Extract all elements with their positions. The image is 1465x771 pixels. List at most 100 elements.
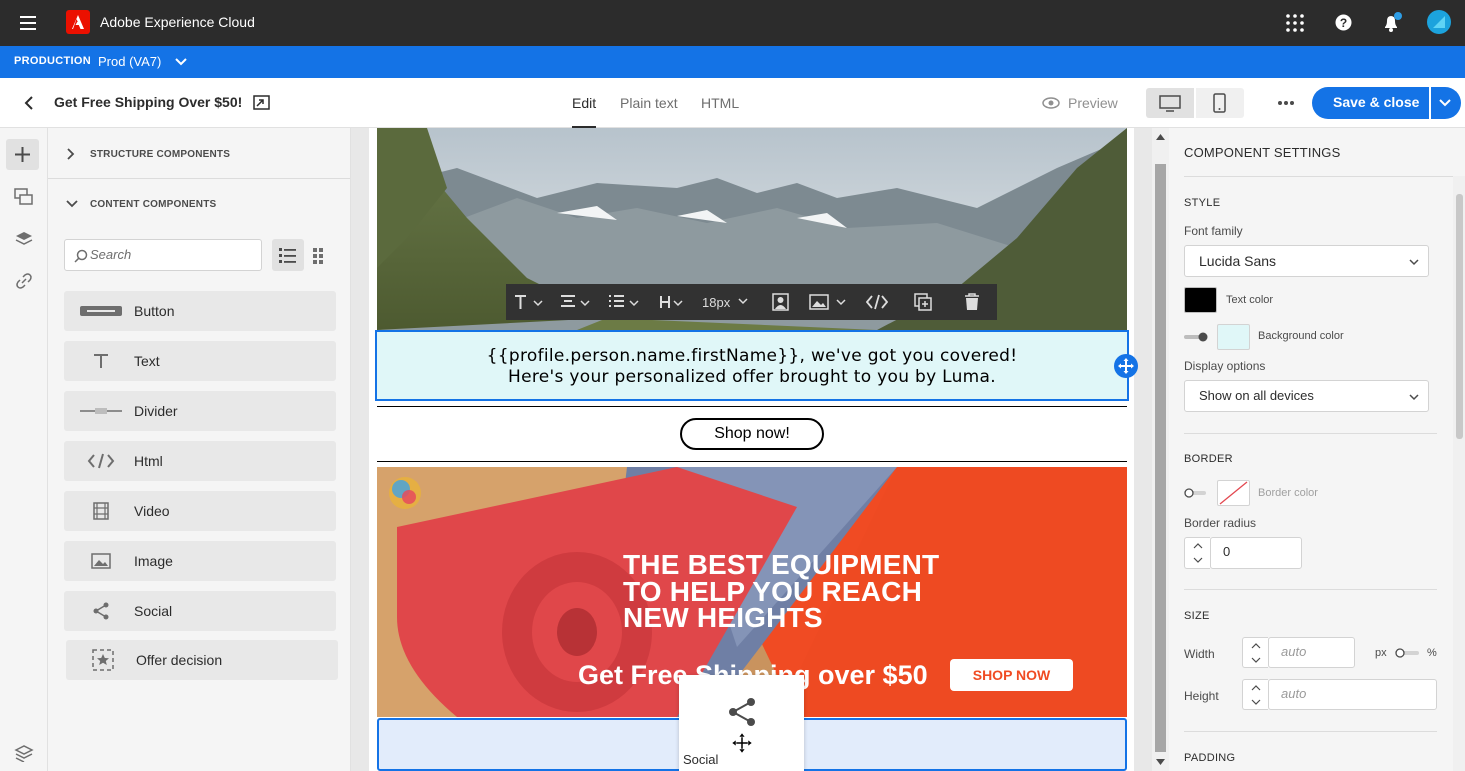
width-placeholder: auto bbox=[1281, 644, 1307, 659]
link-icon[interactable] bbox=[14, 272, 34, 290]
text-line-2[interactable]: Here's your personalized offer brought t… bbox=[377, 367, 1127, 387]
layers-icon[interactable] bbox=[14, 230, 34, 248]
edit-title-icon[interactable] bbox=[253, 95, 271, 111]
share-icon bbox=[729, 698, 755, 726]
background-color-swatch[interactable] bbox=[1217, 324, 1250, 350]
component-video[interactable]: Video bbox=[64, 491, 336, 531]
banner-shop-now-button: SHOP NOW bbox=[950, 659, 1073, 691]
shop-now-button[interactable]: Shop now! bbox=[680, 418, 824, 450]
left-rail bbox=[0, 128, 48, 771]
stepper-arrows-icon bbox=[1251, 685, 1261, 705]
display-options-select[interactable]: Show on all devices bbox=[1184, 380, 1429, 412]
height-label: Height bbox=[1184, 689, 1219, 703]
section-divider bbox=[48, 178, 350, 179]
structure-components-toggle[interactable]: STRUCTURE COMPONENTS bbox=[48, 138, 350, 170]
environment-selector[interactable]: Prod (VA7) bbox=[98, 53, 161, 71]
save-close-button[interactable]: Save & close bbox=[1312, 87, 1429, 119]
scroll-up-icon[interactable] bbox=[1156, 134, 1165, 140]
height-input[interactable]: auto bbox=[1268, 679, 1437, 710]
desktop-view-button[interactable] bbox=[1146, 88, 1194, 118]
save-options-dropdown[interactable] bbox=[1431, 87, 1461, 119]
email-title: Get Free Shipping Over $50! bbox=[54, 94, 243, 110]
settings-scrollbar-thumb[interactable] bbox=[1456, 194, 1463, 439]
settings-scrollbar[interactable] bbox=[1453, 176, 1465, 771]
chevron-down-icon[interactable] bbox=[175, 58, 187, 66]
component-offer-decision[interactable]: Offer decision bbox=[66, 640, 338, 680]
font-family-select[interactable]: Lucida Sans bbox=[1184, 245, 1429, 277]
tab-html[interactable]: HTML bbox=[701, 78, 739, 128]
component-text[interactable]: Text bbox=[64, 341, 336, 381]
chevron-down-icon[interactable] bbox=[737, 297, 749, 307]
grid-view-button[interactable] bbox=[306, 239, 338, 271]
code-icon[interactable] bbox=[866, 294, 888, 310]
notifications-bell-icon[interactable] bbox=[1381, 12, 1403, 34]
chevron-down-icon bbox=[1409, 394, 1419, 401]
component-image[interactable]: Image bbox=[64, 541, 336, 581]
scroll-down-icon[interactable] bbox=[1156, 759, 1165, 765]
hamburger-menu-icon[interactable] bbox=[20, 15, 38, 31]
list-view-button[interactable] bbox=[272, 239, 304, 271]
tab-edit[interactable]: Edit bbox=[572, 78, 597, 128]
text-style-icon[interactable] bbox=[512, 292, 546, 312]
background-color-toggle[interactable] bbox=[1184, 332, 1208, 342]
border-color-swatch[interactable] bbox=[1217, 480, 1250, 506]
component-social[interactable]: Social bbox=[64, 591, 336, 631]
text-color-label: Text color bbox=[1226, 294, 1274, 306]
scrollbar-thumb[interactable] bbox=[1155, 164, 1166, 752]
search-placeholder: Search bbox=[90, 247, 132, 262]
apps-grid-icon[interactable] bbox=[1286, 14, 1304, 32]
canvas-scrollbar[interactable] bbox=[1152, 128, 1169, 771]
component-label: Html bbox=[134, 453, 163, 469]
height-placeholder: auto bbox=[1281, 686, 1307, 701]
user-avatar[interactable] bbox=[1427, 10, 1451, 34]
image-insert-icon[interactable] bbox=[809, 293, 849, 311]
unit-toggle[interactable] bbox=[1395, 648, 1421, 658]
search-icon bbox=[74, 249, 88, 263]
align-icon[interactable] bbox=[559, 292, 593, 312]
width-input[interactable]: auto bbox=[1268, 637, 1355, 668]
duplicate-icon[interactable] bbox=[914, 293, 932, 311]
adobe-logo-icon[interactable] bbox=[66, 10, 90, 34]
component-divider[interactable]: Divider bbox=[64, 391, 336, 431]
component-label: Social bbox=[134, 603, 173, 619]
component-search-input[interactable]: Search bbox=[64, 239, 262, 271]
button-icon bbox=[76, 301, 126, 321]
border-radius-input[interactable]: 0 bbox=[1210, 537, 1302, 569]
app-name[interactable]: Adobe Experience Cloud bbox=[100, 14, 255, 30]
border-radius-stepper[interactable] bbox=[1184, 537, 1210, 569]
move-handle[interactable] bbox=[1114, 354, 1138, 378]
content-components-toggle[interactable]: CONTENT COMPONENTS bbox=[48, 188, 350, 220]
text-line-1[interactable]: {{profile.person.name.firstName}}, we've… bbox=[377, 346, 1127, 366]
font-size-dropdown[interactable]: 18px bbox=[702, 294, 730, 312]
more-options-icon[interactable] bbox=[1277, 100, 1295, 106]
structure-components-title: STRUCTURE COMPONENTS bbox=[90, 149, 231, 160]
component-button[interactable]: Button bbox=[64, 291, 336, 331]
fragments-icon[interactable] bbox=[14, 188, 34, 206]
mobile-view-button[interactable] bbox=[1196, 88, 1244, 118]
selected-text-block[interactable]: {{profile.person.name.firstName}}, we've… bbox=[375, 330, 1129, 401]
personalization-icon[interactable] bbox=[772, 293, 790, 311]
text-color-swatch[interactable] bbox=[1184, 287, 1217, 313]
help-icon[interactable]: ? bbox=[1335, 14, 1352, 31]
chevron-down-icon bbox=[66, 200, 78, 208]
list-icon[interactable] bbox=[607, 292, 641, 312]
add-components-button[interactable] bbox=[6, 139, 39, 170]
back-arrow-icon[interactable] bbox=[22, 95, 36, 111]
environment-label: PRODUCTION bbox=[14, 55, 91, 67]
border-toggle[interactable] bbox=[1184, 488, 1208, 498]
layers-settings-icon[interactable] bbox=[14, 744, 34, 762]
width-stepper[interactable] bbox=[1242, 637, 1268, 668]
background-color-label: Background color bbox=[1258, 330, 1344, 342]
stepper-arrows-icon bbox=[1193, 543, 1203, 563]
preview-label: Preview bbox=[1068, 95, 1118, 111]
component-html[interactable]: Html bbox=[64, 441, 336, 481]
padding-heading: PADDING bbox=[1184, 752, 1236, 764]
preview-button[interactable]: Preview bbox=[1042, 94, 1118, 112]
delete-icon[interactable] bbox=[963, 292, 981, 312]
heading-icon[interactable] bbox=[658, 292, 686, 312]
tab-plain-text[interactable]: Plain text bbox=[620, 78, 678, 128]
height-stepper[interactable] bbox=[1242, 679, 1268, 710]
width-label: Width bbox=[1184, 647, 1215, 661]
display-options-value: Show on all devices bbox=[1199, 388, 1314, 403]
email-canvas[interactable]: 18px {{profile.person.name.firstName}}, … bbox=[351, 128, 1169, 771]
